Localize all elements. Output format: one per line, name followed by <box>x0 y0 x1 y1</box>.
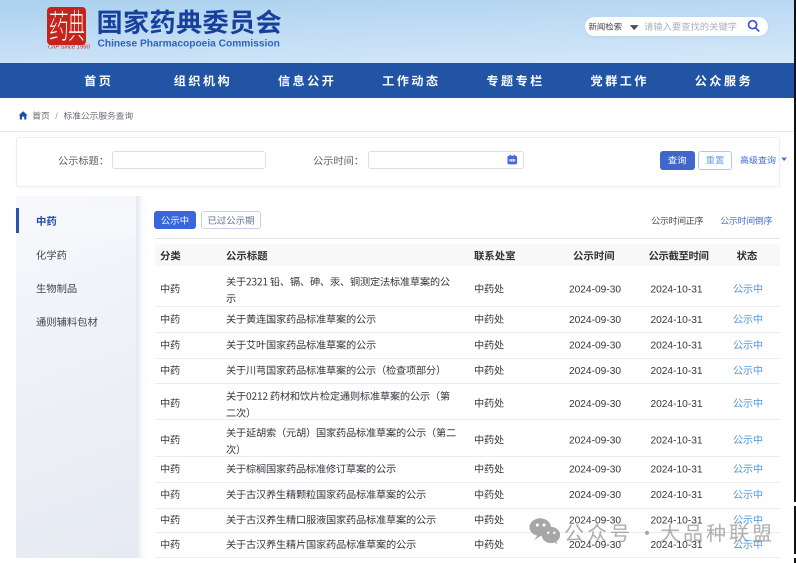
svg-text:ChP Since 1950: ChP Since 1950 <box>48 44 90 50</box>
svg-text:2024-10-31: 2024-10-31 <box>650 284 702 295</box>
svg-text:2024-09-30: 2024-09-30 <box>569 490 621 501</box>
svg-text:2024-09-30: 2024-09-30 <box>569 465 621 476</box>
svg-text:2024-10-31: 2024-10-31 <box>650 341 702 352</box>
svg-text:2024-10-31: 2024-10-31 <box>650 490 702 501</box>
svg-text:/: / <box>55 111 58 121</box>
svg-text:2024-09-30: 2024-09-30 <box>569 540 621 551</box>
svg-text:2024-09-30: 2024-09-30 <box>569 284 621 295</box>
svg-text:2024-10-31: 2024-10-31 <box>650 366 702 377</box>
svg-text:2024-09-30: 2024-09-30 <box>569 366 621 377</box>
svg-text:2024-09-30: 2024-09-30 <box>569 435 621 446</box>
svg-text:2024-09-30: 2024-09-30 <box>569 399 621 410</box>
svg-text:2024-09-30: 2024-09-30 <box>569 315 621 326</box>
svg-text:2024-10-31: 2024-10-31 <box>650 465 702 476</box>
svg-text:Chinese Pharmacopoeia Commissi: Chinese Pharmacopoeia Commission <box>98 38 280 49</box>
svg-text:2024-09-30: 2024-09-30 <box>569 515 621 526</box>
svg-text:2024-10-31: 2024-10-31 <box>650 515 702 526</box>
svg-text:2024-10-31: 2024-10-31 <box>650 540 702 551</box>
svg-text:2024-10-31: 2024-10-31 <box>650 399 702 410</box>
svg-text:2024-10-31: 2024-10-31 <box>650 435 702 446</box>
svg-text:2024-10-31: 2024-10-31 <box>650 315 702 326</box>
svg-text:2024-09-30: 2024-09-30 <box>569 341 621 352</box>
